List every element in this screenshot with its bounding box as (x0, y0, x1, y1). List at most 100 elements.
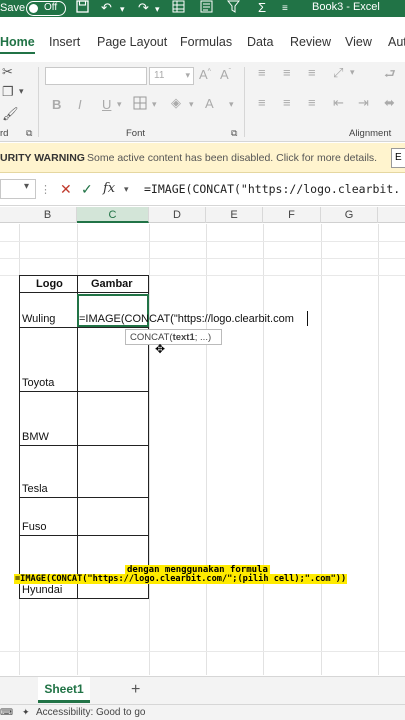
table-row-label[interactable]: Tesla (22, 483, 48, 495)
function-tooltip: CONCAT(text1; ...) (125, 329, 222, 345)
underline-icon[interactable]: U (102, 97, 111, 112)
table-icon[interactable] (172, 0, 185, 16)
borders-icon[interactable] (133, 96, 147, 113)
sigma-icon[interactable]: Σ (258, 0, 266, 15)
align-middle-icon[interactable]: ≡ (283, 65, 291, 80)
column-header-c[interactable]: C (77, 207, 149, 223)
table-row-label[interactable]: Wuling (22, 313, 55, 325)
form-icon[interactable] (200, 0, 213, 16)
security-warning-message[interactable]: Some active content has been disabled. C… (87, 152, 377, 164)
accessibility-status[interactable]: Accessibility: Good to go (36, 707, 146, 718)
table-row-label[interactable]: Fuso (22, 521, 46, 533)
tab-home[interactable]: Home (0, 35, 35, 54)
table-row-label[interactable]: Hyundai (22, 584, 62, 596)
cell-edit-text[interactable]: =IMAGE(CONCAT("https://logo.clearbit.com (79, 313, 294, 325)
clipboard-launcher-icon[interactable]: ⧉ (26, 128, 32, 139)
add-sheet-icon[interactable]: + (131, 681, 140, 699)
borders-dropdown-icon[interactable]: ▾ (152, 99, 157, 110)
bold-icon[interactable]: B (52, 97, 61, 112)
underline-dropdown-icon[interactable]: ▾ (117, 99, 122, 110)
autosave-toggle[interactable]: Off (26, 1, 66, 16)
table-border (19, 535, 149, 536)
tooltip-function-name[interactable]: CONCAT( (130, 332, 173, 343)
grid-line (321, 224, 322, 675)
grid-line (149, 224, 150, 675)
font-size-box[interactable]: 11 ▾ (149, 67, 194, 85)
tab-automate[interactable]: Aut (388, 35, 405, 49)
fill-color-icon[interactable]: ◈ (171, 95, 181, 111)
copy-dropdown-icon[interactable]: ▾ (19, 86, 24, 97)
redo-dropdown-icon[interactable]: ▾ (155, 4, 160, 15)
font-name-box[interactable] (45, 67, 147, 85)
undo-icon[interactable]: ↶ (101, 0, 112, 16)
insert-function-icon[interactable]: fx (103, 181, 115, 196)
ribbon-separator (244, 67, 245, 137)
cancel-icon[interactable]: ✕ (60, 181, 72, 198)
table-border (19, 391, 149, 392)
font-launcher-icon[interactable]: ⧉ (231, 128, 237, 139)
table-border (19, 327, 149, 328)
formula-bar: ▾ ⋮ ✕ ✓ fx ▾ =IMAGE(CONCAT("https://logo… (0, 173, 405, 206)
orientation-dropdown-icon[interactable]: ▾ (350, 67, 355, 78)
column-header-e[interactable]: E (206, 207, 263, 223)
grow-font-icon[interactable]: A^ (199, 67, 211, 82)
column-header-g[interactable]: G (321, 207, 378, 223)
font-color-dropdown-icon[interactable]: ▾ (229, 99, 234, 110)
group-clipboard-label: rd (0, 128, 9, 139)
align-right-icon[interactable]: ≡ (308, 95, 316, 110)
font-size-dropdown-icon: ▾ (185, 70, 190, 80)
save-icon[interactable] (76, 0, 89, 16)
enter-icon[interactable]: ✓ (81, 181, 93, 198)
tab-formulas[interactable]: Formulas (180, 35, 232, 49)
fill-color-dropdown-icon[interactable]: ▾ (189, 99, 194, 110)
tab-view[interactable]: View (345, 35, 372, 49)
table-header-gambar: Gambar (91, 278, 133, 290)
group-alignment-label: Alignment (349, 128, 392, 139)
align-center-icon[interactable]: ≡ (283, 95, 291, 110)
table-border (19, 598, 149, 599)
align-bottom-icon[interactable]: ≡ (308, 65, 316, 80)
toggle-state-label: Off (44, 2, 58, 13)
redo-icon[interactable]: ↷ (138, 0, 149, 16)
cut-icon[interactable]: ✂ (2, 64, 13, 80)
align-left-icon[interactable]: ≡ (258, 95, 266, 110)
tab-insert[interactable]: Insert (49, 35, 80, 49)
table-border (19, 292, 149, 293)
undo-dropdown-icon[interactable]: ▾ (120, 4, 125, 15)
orientation-icon[interactable]: ⤢ (333, 65, 343, 81)
name-box-dropdown-icon[interactable]: ▾ (24, 181, 29, 192)
format-painter-icon[interactable]: 🖌 (2, 106, 19, 122)
function-dropdown-icon[interactable]: ▾ (124, 184, 129, 195)
copy-icon[interactable]: ❐ (2, 84, 14, 100)
decrease-indent-icon[interactable]: ⇤ (333, 95, 344, 111)
name-box[interactable] (0, 179, 36, 199)
font-color-icon[interactable]: A (205, 96, 214, 111)
column-header-h[interactable] (378, 207, 405, 223)
wrap-text-icon[interactable]: ⮐ (384, 65, 396, 87)
enable-content-button[interactable]: E (391, 148, 405, 168)
sheet-tab[interactable]: Sheet1 (38, 677, 90, 703)
align-top-icon[interactable]: ≡ (258, 65, 266, 80)
more-icon[interactable]: ⋮ (40, 183, 51, 196)
column-header-b[interactable]: B (19, 207, 77, 223)
tab-data[interactable]: Data (247, 35, 273, 49)
merge-center-icon[interactable]: ⬌ (384, 95, 395, 111)
formula-input[interactable]: =IMAGE(CONCAT("https://logo.clearbit. (144, 182, 400, 196)
grid-line (0, 258, 405, 259)
customize-quick-access-icon[interactable]: ≡ (282, 3, 288, 14)
tab-page-layout[interactable]: Page Layout (97, 35, 167, 49)
column-header-d[interactable]: D (149, 207, 206, 223)
filter-icon[interactable] (226, 0, 241, 16)
shrink-font-icon[interactable]: Aˇ (220, 67, 231, 82)
italic-icon[interactable]: I (78, 97, 82, 112)
table-border (19, 275, 20, 599)
status-icon: ⌨ (0, 707, 13, 717)
title-bar: Save Off ↶ ▾ ↷ ▾ Σ ≡ Book3 - Excel (0, 0, 405, 17)
table-row-label[interactable]: Toyota (22, 377, 54, 389)
security-warning-bar: URITY WARNING Some active content has be… (0, 143, 405, 173)
text-caret (307, 311, 308, 326)
table-row-label[interactable]: BMW (22, 431, 49, 443)
column-header-f[interactable]: F (263, 207, 321, 223)
tab-review[interactable]: Review (290, 35, 331, 49)
increase-indent-icon[interactable]: ⇥ (358, 95, 369, 111)
